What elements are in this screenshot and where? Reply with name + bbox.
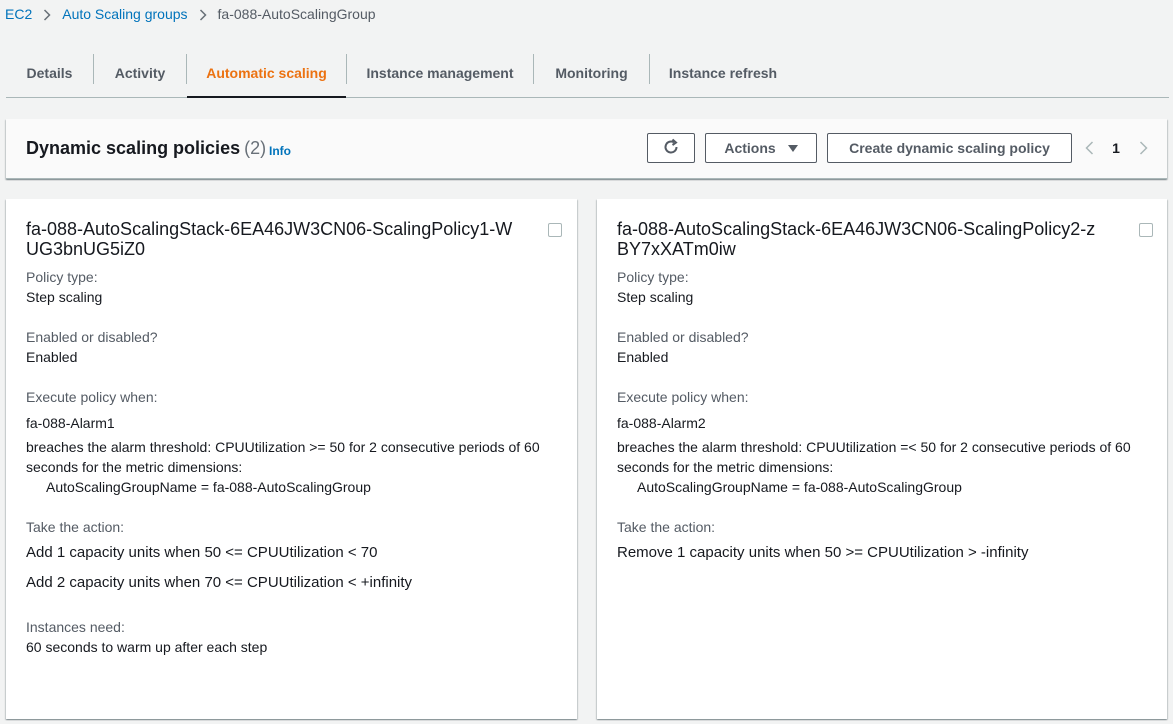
policy-name: fa-088-AutoScalingStack-6EA46JW3CN06-Sca… — [26, 219, 513, 259]
alarm-name: fa-088-Alarm2 — [617, 415, 706, 431]
breadcrumb: EC2 Auto Scaling groups fa-088-AutoScali… — [5, 5, 376, 23]
policy-type-label: Policy type: — [617, 269, 689, 285]
policy-card: fa-088-AutoScalingStack-6EA46JW3CN06-Sca… — [6, 199, 577, 719]
caret-down-icon — [787, 144, 798, 152]
tab-bar: Details Activity Automatic scaling Insta… — [6, 48, 1169, 98]
breadcrumb-auto-scaling-groups[interactable]: Auto Scaling groups — [62, 6, 187, 22]
execute-when-label: Execute policy when: — [26, 389, 158, 405]
execute-when-label: Execute policy when: — [617, 389, 749, 405]
enabled-value: Enabled — [617, 349, 669, 365]
tab-instance-refresh[interactable]: Instance refresh — [650, 48, 796, 97]
section-title-text: Dynamic scaling policies — [26, 138, 241, 158]
create-dynamic-scaling-policy-button[interactable]: Create dynamic scaling policy — [827, 133, 1072, 163]
alarm-breach-description: breaches the alarm threshold: CPUUtiliza… — [617, 439, 1131, 475]
tab-details[interactable]: Details — [6, 48, 93, 97]
policy-select-checkbox[interactable] — [1139, 223, 1153, 237]
refresh-icon — [662, 138, 680, 159]
actions-dropdown-button[interactable]: Actions — [705, 133, 817, 163]
take-action-label: Take the action: — [617, 519, 716, 535]
warmup-label: Instances need: — [26, 619, 125, 635]
alarm-breach-description: breaches the alarm threshold: CPUUtiliza… — [26, 439, 540, 475]
policy-type-value: Step scaling — [617, 289, 694, 305]
tab-automatic-scaling[interactable]: Automatic scaling — [187, 48, 346, 98]
alarm-name: fa-088-Alarm1 — [26, 415, 115, 431]
chevron-left-icon[interactable] — [1080, 141, 1098, 155]
breadcrumb-ec2[interactable]: EC2 — [5, 6, 32, 22]
policy-select-checkbox[interactable] — [548, 223, 562, 237]
chevron-right-icon[interactable] — [1134, 141, 1152, 155]
metric-dimension: AutoScalingGroupName = fa-088-AutoScalin… — [637, 479, 962, 495]
take-action-label: Take the action: — [26, 519, 125, 535]
page-number[interactable]: 1 — [1098, 140, 1134, 156]
policy-count: (2) — [244, 138, 267, 158]
tab-instance-management[interactable]: Instance management — [347, 48, 533, 97]
enabled-label: Enabled or disabled? — [617, 329, 749, 345]
section-title: Dynamic scaling policies (2) — [26, 138, 266, 159]
info-link[interactable]: Info — [269, 144, 291, 158]
step-action: Add 1 capacity units when 50 <= CPUUtili… — [26, 544, 378, 561]
breadcrumb-current: fa-088-AutoScalingGroup — [217, 6, 376, 22]
chevron-right-icon — [32, 6, 62, 22]
step-action: Remove 1 capacity units when 50 >= CPUUt… — [617, 544, 1029, 561]
enabled-value: Enabled — [26, 349, 78, 365]
tab-monitoring[interactable]: Monitoring — [534, 48, 649, 97]
step-action: Add 2 capacity units when 70 <= CPUUtili… — [26, 574, 413, 591]
refresh-button[interactable] — [647, 133, 695, 163]
dynamic-scaling-header: Dynamic scaling policies (2) Info Actions… — [6, 119, 1167, 179]
enabled-label: Enabled or disabled? — [26, 329, 158, 345]
warmup-value: 60 seconds to warm up after each step — [26, 639, 268, 655]
metric-dimension: AutoScalingGroupName = fa-088-AutoScalin… — [46, 479, 371, 495]
policy-name: fa-088-AutoScalingStack-6EA46JW3CN06-Sca… — [617, 219, 1096, 259]
actions-label: Actions — [724, 140, 776, 156]
policy-type-label: Policy type: — [26, 269, 98, 285]
policy-type-value: Step scaling — [26, 289, 103, 305]
pagination: 1 — [1080, 139, 1152, 157]
tab-activity[interactable]: Activity — [94, 48, 186, 97]
chevron-right-icon — [188, 6, 218, 22]
policy-card: fa-088-AutoScalingStack-6EA46JW3CN06-Sca… — [597, 199, 1167, 719]
